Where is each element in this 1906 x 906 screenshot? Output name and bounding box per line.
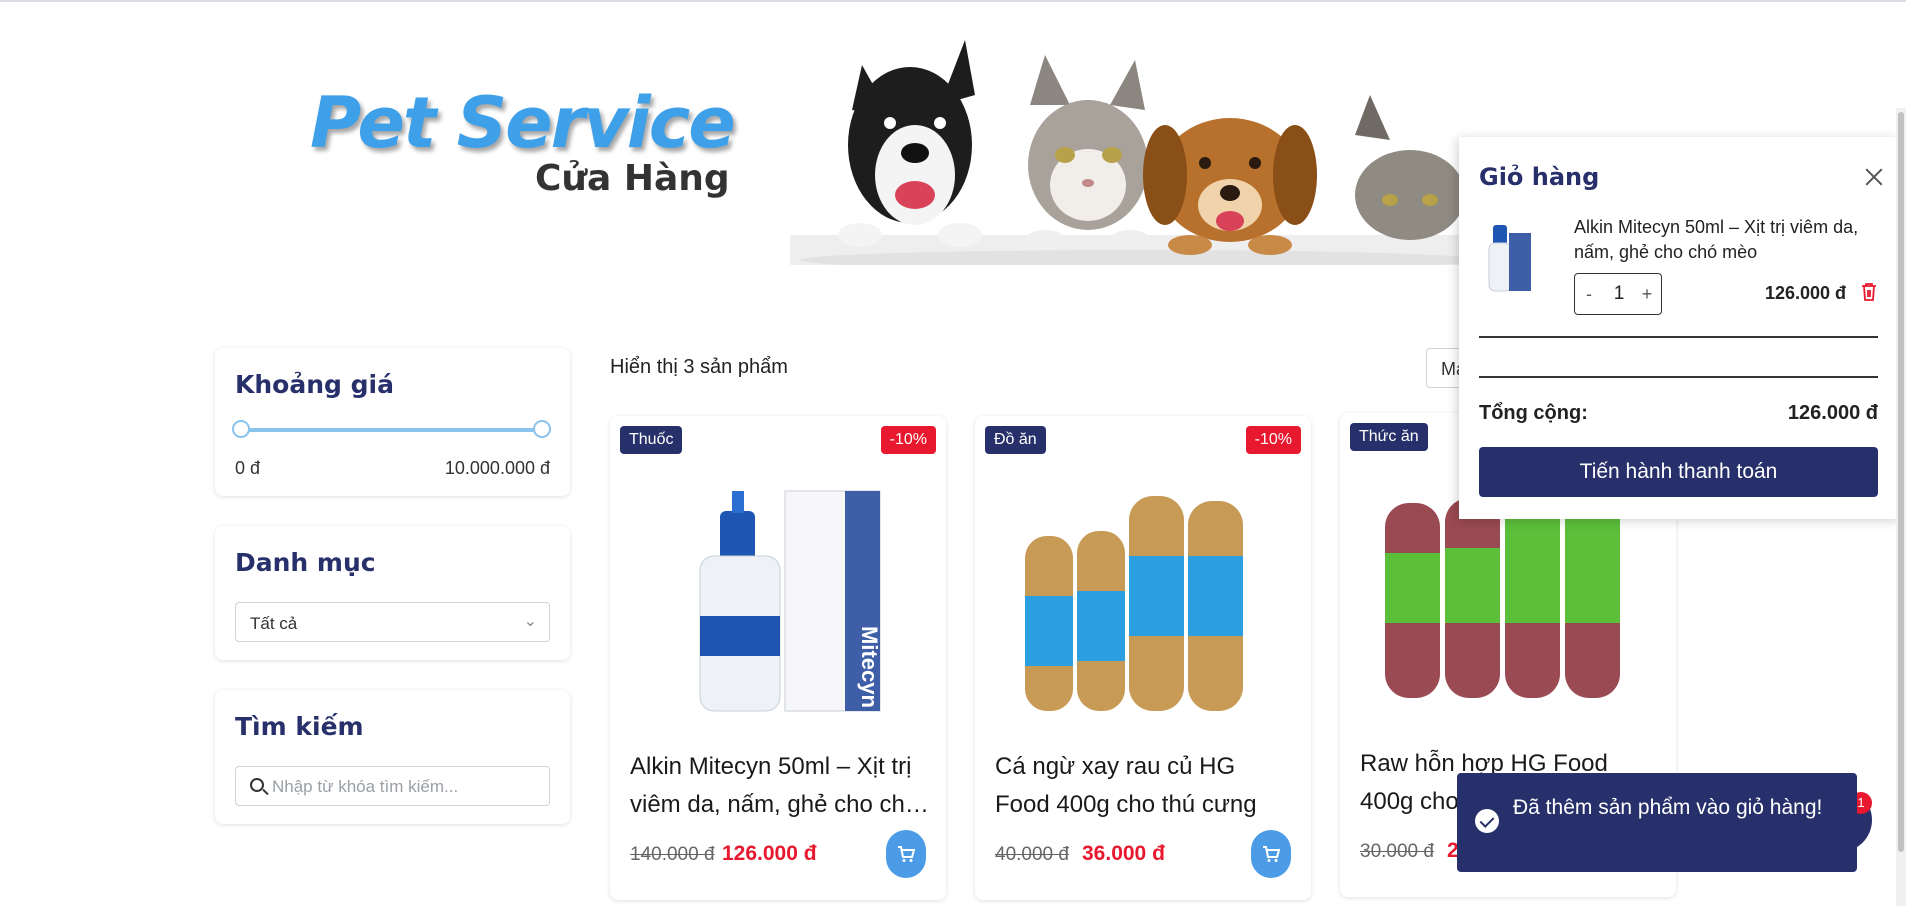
- quantity-decrease-button[interactable]: -: [1579, 284, 1599, 305]
- close-icon[interactable]: [1864, 167, 1884, 187]
- cart-divider: [1479, 336, 1878, 338]
- svg-text:Mitecyn: Mitecyn: [857, 626, 882, 708]
- toast-message: Đã thêm sản phẩm vào giỏ hàng!: [1513, 796, 1823, 819]
- price-slider-max-handle[interactable]: [533, 420, 551, 438]
- brand-subtitle: Cửa Hàng: [535, 158, 730, 199]
- scrollbar-thumb[interactable]: [1898, 112, 1904, 852]
- category-filter-title: Danh mục: [235, 548, 376, 577]
- checkout-button[interactable]: Tiến hành thanh toán: [1479, 447, 1878, 497]
- category-badge: Đồ ăn: [985, 426, 1046, 454]
- trash-icon[interactable]: [1860, 282, 1878, 302]
- price-max-label: 10.000.000 đ: [444, 458, 550, 478]
- cart-item-name: Alkin Mitecyn 50ml – Xịt trị viêm da, nấ…: [1574, 217, 1859, 262]
- dog-brown-icon: [1143, 118, 1317, 255]
- search-icon: [250, 778, 264, 792]
- old-price: 40.000 đ: [995, 844, 1069, 865]
- cart-icon: [1263, 846, 1280, 862]
- result-count: Hiển thị 3 sản phẩm: [610, 356, 788, 378]
- add-to-cart-button[interactable]: [886, 830, 926, 878]
- category-badge: Thức ăn: [1350, 423, 1428, 451]
- product-card[interactable]: Mitecyn Thuốc -10% Alkin Mitecyn 50ml – …: [610, 416, 946, 900]
- price-slider-track[interactable]: [241, 428, 541, 432]
- brand-title: Pet Service: [310, 82, 736, 164]
- cart-item-image: [1488, 225, 1531, 292]
- sale-price: 36.000 đ: [1082, 842, 1165, 865]
- price-min-label: 0 đ: [235, 458, 261, 478]
- sale-price: 126.000 đ: [722, 842, 817, 865]
- cat-tabby-icon: [1025, 55, 1150, 250]
- search-title: Tìm kiếm: [235, 712, 364, 741]
- check-circle-icon: [1475, 809, 1499, 833]
- product-card[interactable]: Đồ ăn -10% Cá ngừ xay rau củ HG Food 400…: [975, 416, 1311, 900]
- search-input[interactable]: [272, 775, 542, 799]
- cart-total-label: Tổng cộng:: [1479, 402, 1588, 424]
- quantity-increase-button[interactable]: +: [1637, 284, 1657, 305]
- cart-title: Giỏ hàng: [1479, 163, 1600, 191]
- cart-total-value: 126.000 đ: [1787, 402, 1878, 424]
- old-price: 30.000 đ: [1360, 841, 1434, 862]
- cart-item-price: 126.000 đ: [1764, 283, 1846, 303]
- top-divider: [0, 0, 1906, 2]
- old-price: 140.000 đ: [630, 844, 715, 865]
- category-select-value: Tất cả: [250, 614, 298, 633]
- hero-pets-banner: [790, 40, 1470, 265]
- product-image-mitecyn: Mitecyn: [699, 490, 882, 712]
- cart-icon: [898, 846, 915, 862]
- cart-divider: [1479, 376, 1878, 378]
- chevron-down-icon: ⌄: [523, 613, 537, 630]
- discount-badge: -10%: [1245, 426, 1301, 454]
- search-panel: Tìm kiếm: [215, 690, 570, 824]
- quantity-value[interactable]: 1: [1609, 283, 1629, 305]
- price-filter-panel: Khoảng giá 0 đ 10.000.000 đ: [215, 348, 570, 496]
- price-filter-title: Khoảng giá: [235, 370, 394, 399]
- cat-grey-icon: [1355, 95, 1465, 240]
- search-field[interactable]: [235, 766, 550, 806]
- product-image-tuna-veg: [1025, 496, 1243, 711]
- add-to-cart-button[interactable]: [1251, 830, 1291, 878]
- toast-notification: Đã thêm sản phẩm vào giỏ hàng!: [1457, 773, 1857, 872]
- category-badge: Thuốc: [620, 426, 683, 454]
- cart-drawer: Giỏ hàng Alkin Mitecyn 50ml – Xịt trị vi…: [1459, 137, 1900, 519]
- dog-black-white-icon: [838, 40, 982, 247]
- quantity-stepper: - 1 +: [1574, 273, 1662, 315]
- category-select[interactable]: Tất cả ⌄: [235, 602, 550, 642]
- discount-badge: -10%: [880, 426, 936, 454]
- product-name[interactable]: Cá ngừ xay rau củ HG Food 400g cho thú c…: [995, 748, 1295, 824]
- price-slider-min-handle[interactable]: [232, 420, 250, 438]
- product-name[interactable]: Alkin Mitecyn 50ml – Xịt trị viêm da, nấ…: [630, 748, 930, 824]
- category-filter-panel: Danh mục Tất cả ⌄: [215, 526, 570, 660]
